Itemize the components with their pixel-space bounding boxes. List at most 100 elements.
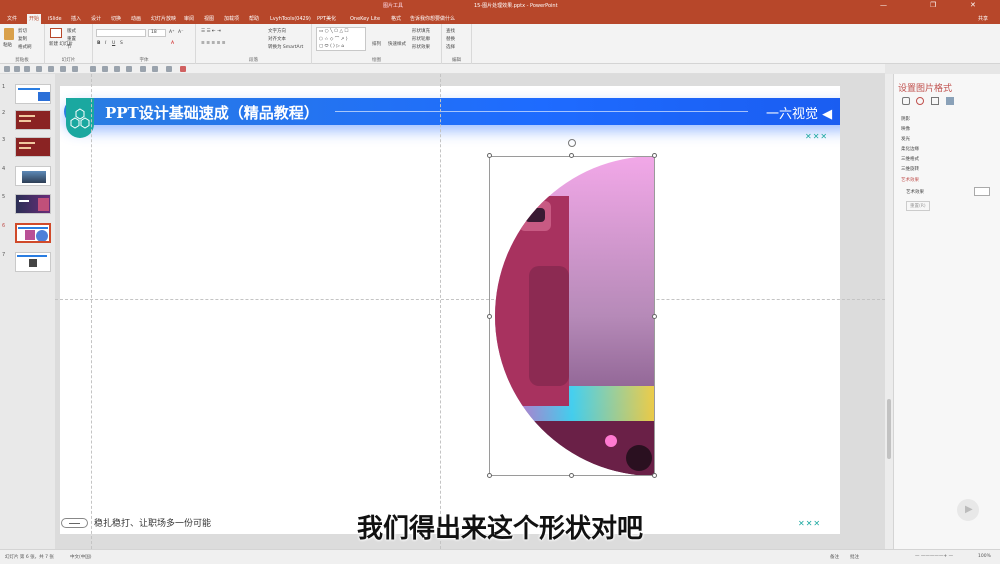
paste-icon[interactable] [4,28,14,40]
slide-thumbnail-6[interactable] [15,223,51,243]
artistic-effects-dropdown[interactable] [974,187,990,196]
tab-animations[interactable]: 动画 [129,14,143,24]
tab-slideshow[interactable]: 幻灯片放映 [149,14,178,24]
tab-view[interactable]: 视图 [202,14,216,24]
layout-button[interactable]: 版式 [67,28,76,34]
tab-lvyhtools[interactable]: LvyhTools(0429) [268,14,313,24]
resize-handle[interactable] [487,314,492,319]
resize-handle[interactable] [652,314,657,319]
share-button[interactable]: 共享 [976,14,990,24]
pane-section-glow[interactable]: 发光 [901,136,910,142]
slide-thumbnail-4[interactable] [15,166,51,186]
resize-handle[interactable] [569,153,574,158]
new-slide-icon[interactable] [50,28,62,38]
undo-icon[interactable] [14,66,20,72]
zoom-slider[interactable]: — —————+ — [915,554,953,559]
save-icon[interactable] [4,66,10,72]
slide-thumbnail-5[interactable] [15,194,51,214]
redo-icon[interactable] [24,66,30,72]
tell-me-search[interactable]: 告诉我你想要做什么 [408,14,457,24]
slide[interactable]: PPT设计基础速成（精品教程） 一六视觉 ◀ ✕✕✕ 稳扎稳打、让职场多一份可能… [60,86,840,534]
reset-artistic-button[interactable]: 重置(R) [906,201,930,211]
shape-fill-button[interactable]: 形状填充 [412,28,430,34]
arrange-button[interactable]: 排列 [372,41,381,47]
paste-button[interactable]: 粘贴 [3,42,12,48]
pane-section-reflection[interactable]: 映像 [901,126,910,132]
tab-insert[interactable]: 插入 [69,14,83,24]
pane-section-3d-rotation[interactable]: 三维旋转 [901,166,919,172]
toolbar-tool-icon[interactable] [152,66,158,72]
resize-handle[interactable] [487,153,492,158]
text-direction-button[interactable]: 文字方向 [268,28,286,34]
slide-thumbnail-2[interactable] [15,110,51,130]
title-banner[interactable]: PPT设计基础速成（精品教程） 一六视觉 ◀ [64,98,840,125]
effects-icon[interactable] [916,97,924,105]
resize-handle[interactable] [652,473,657,478]
scrollbar-thumb[interactable] [887,399,891,459]
reset-button[interactable]: 重置 [67,36,76,42]
pane-section-3d-format[interactable]: 三维格式 [901,156,919,162]
font-size-input[interactable]: 18 [148,29,166,37]
toolbar-tool-icon[interactable] [48,66,54,72]
section-button[interactable]: 节 [67,44,72,50]
slide-editing-canvas[interactable]: PPT设计基础速成（精品教程） 一六视觉 ◀ ✕✕✕ 稳扎稳打、让职场多一份可能… [55,74,885,549]
zoom-level[interactable]: 100% [978,554,991,559]
copy-button[interactable]: 复制 [18,36,27,42]
toolbar-tool-icon[interactable] [102,66,108,72]
grow-font-icon[interactable]: A⁺ [169,30,174,35]
toolbar-tool-icon[interactable] [166,66,172,72]
slide-thumbnail-1[interactable] [15,84,51,104]
resize-handle[interactable] [569,473,574,478]
toolbar-tool-icon[interactable] [90,66,96,72]
tab-transitions[interactable]: 切换 [109,14,123,24]
replace-button[interactable]: 替换 [446,36,455,42]
notes-button[interactable]: 备注 [830,554,839,560]
toolbar-tool-icon[interactable] [60,66,66,72]
resize-handle[interactable] [487,473,492,478]
shape-outline-button[interactable]: 形状轮廓 [412,36,430,42]
toolbar-tool-icon[interactable] [180,66,186,72]
slide-thumbnail-3[interactable] [15,137,51,157]
shadow-icon[interactable]: S [120,41,123,46]
vertical-guide[interactable] [91,74,92,549]
language-indicator[interactable]: 中文(中国) [70,554,92,560]
bold-icon[interactable]: B [97,41,100,46]
tab-onekey[interactable]: OneKey Lite [348,14,382,24]
toolbar-tool-icon[interactable] [72,66,78,72]
toolbar-tool-icon[interactable] [126,66,132,72]
tab-islide[interactable]: iSlide [46,14,64,24]
image-selection-box[interactable] [489,156,655,476]
fill-line-icon[interactable] [902,97,910,105]
vertical-guide[interactable] [440,74,441,549]
tab-file[interactable]: 文件 [5,14,19,24]
picture-icon[interactable] [946,97,954,105]
shapes-gallery[interactable]: ▭ ○ ╲ ⬠ △ ☐ ⬡ ☆ ◇ ⌒ ↗ ⟩ ▢ ⬭ ⟨ ⟩ ▷ ⌂ [316,27,366,51]
align-text-button[interactable]: 对齐文本 [268,36,286,42]
pane-section-artistic-effects[interactable]: 艺术效果 [901,177,919,183]
rotate-handle-icon[interactable] [568,139,576,147]
tab-home[interactable]: 开始 [27,14,42,24]
restore-button[interactable]: ❐ [930,1,936,9]
slide-thumbnail-7[interactable] [15,252,51,272]
toolbar-tool-icon[interactable] [140,66,146,72]
pane-section-soft-edges[interactable]: 柔化边缘 [901,146,919,152]
shape-effects-button[interactable]: 形状效果 [412,44,430,50]
tab-help[interactable]: 帮助 [247,14,261,24]
italic-icon[interactable]: I [105,41,106,46]
toolbar-tool-icon[interactable] [114,66,120,72]
format-painter-button[interactable]: 格式刷 [18,44,32,50]
find-button[interactable]: 查找 [446,28,455,34]
tab-format[interactable]: 格式 [389,14,403,24]
start-slideshow-icon[interactable] [36,66,42,72]
bullets-icon[interactable]: ☰ ☰ ⇤ ⇥ [201,29,221,34]
tab-design[interactable]: 设计 [89,14,103,24]
tab-review[interactable]: 审阅 [182,14,196,24]
vertical-scrollbar[interactable] [885,74,893,549]
select-button[interactable]: 选择 [446,44,455,50]
horizontal-guide[interactable] [55,299,885,300]
underline-icon[interactable]: U [112,41,115,46]
font-color-icon[interactable]: A [171,41,174,46]
smartart-button[interactable]: 转换为 SmartArt [268,44,303,50]
close-button[interactable]: ✕ [970,1,976,9]
comments-button[interactable]: 批注 [850,554,859,560]
